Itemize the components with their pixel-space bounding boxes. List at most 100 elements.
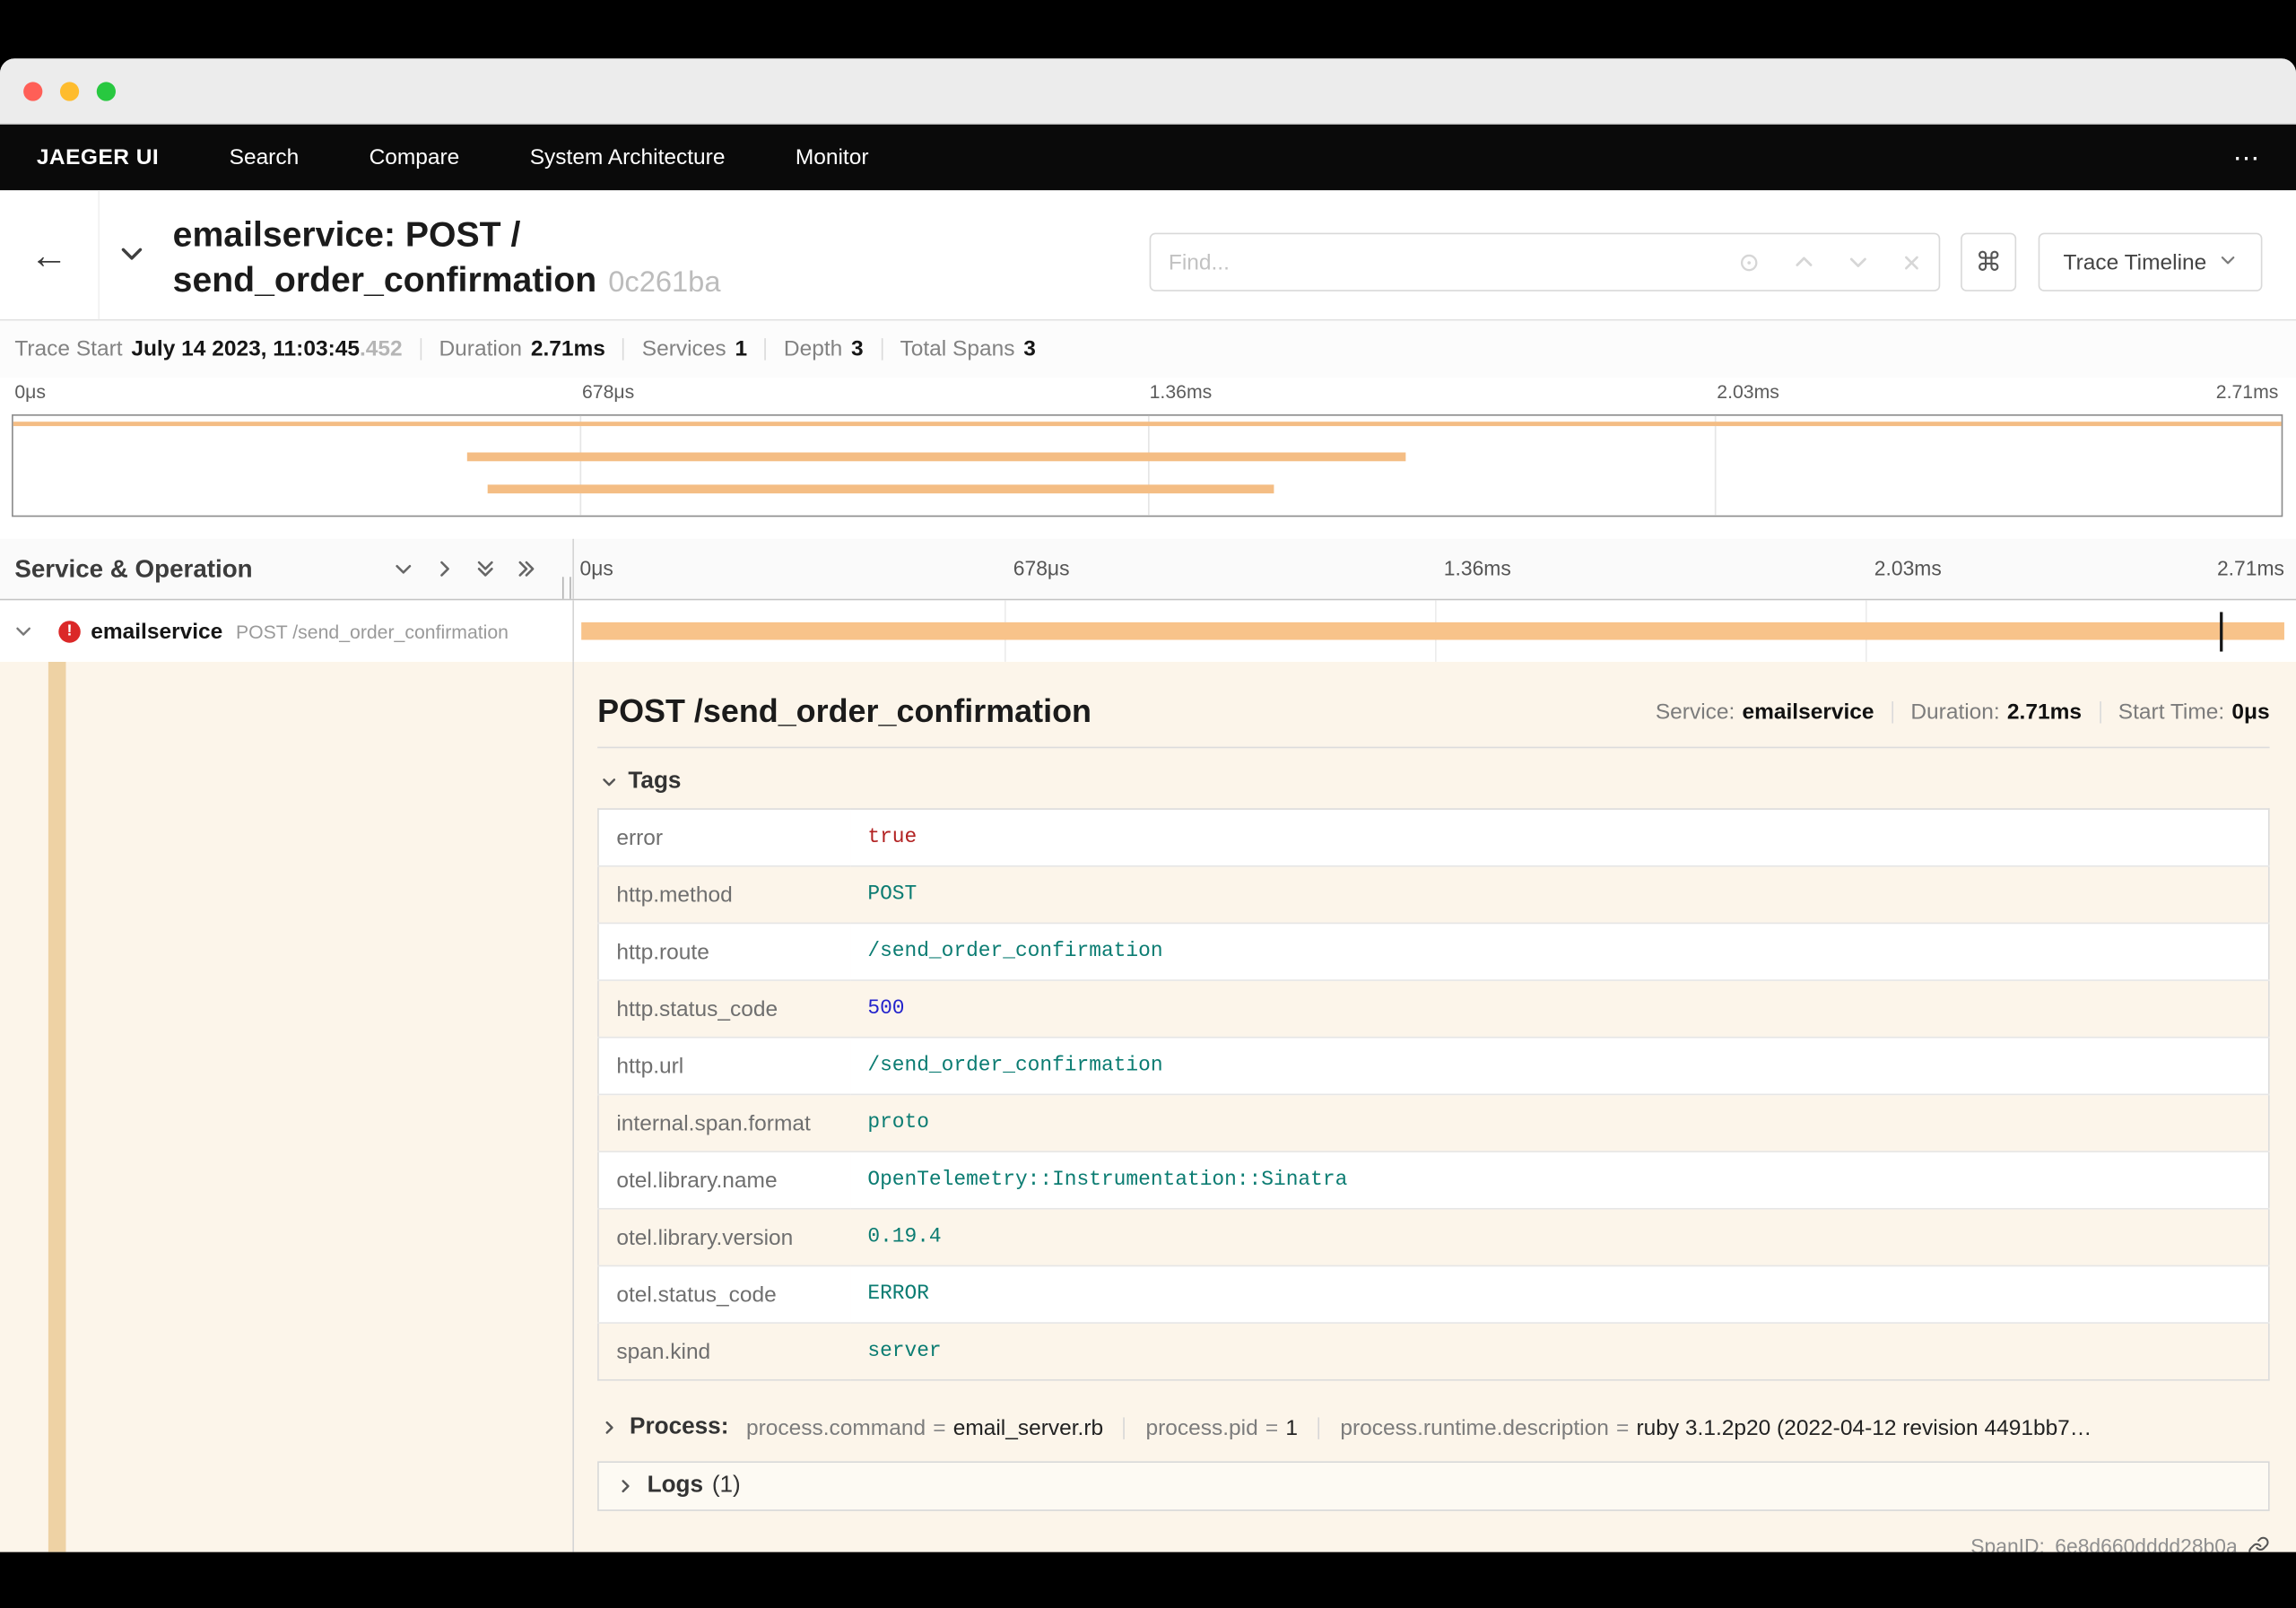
- tags-section-title: Tags: [628, 769, 682, 794]
- collapse-all-double-chevron-down-icon[interactable]: [474, 558, 496, 579]
- chevron-down-icon: [2218, 249, 2237, 274]
- nav-item-system-architecture[interactable]: System Architecture: [530, 145, 726, 170]
- minimap-gridline: [1147, 415, 1149, 516]
- span-id-value: 6e8d660dddd28b0a: [2055, 1534, 2238, 1552]
- process-value: email_server.rb: [952, 1414, 1104, 1440]
- span-id-label: SpanID:: [1970, 1534, 2045, 1552]
- process-section-toggle[interactable]: Process: process.command = email_server.…: [600, 1409, 2269, 1447]
- logs-count: (1): [711, 1473, 741, 1499]
- span-row-label[interactable]: ! emailservice POST /send_order_confirma…: [0, 600, 574, 662]
- depth-label: Depth: [783, 336, 843, 362]
- brand-logo[interactable]: JAEGER UI: [37, 145, 159, 170]
- tag-key: otel.status_code: [597, 1265, 850, 1324]
- service-operation-title: Service & Operation: [14, 553, 253, 582]
- trace-start-label: Trace Start: [14, 336, 123, 362]
- find-input[interactable]: [1151, 234, 1723, 291]
- tag-key: otel.library.name: [597, 1152, 850, 1210]
- nav-item-monitor[interactable]: Monitor: [796, 145, 869, 170]
- tick-label: 2.71ms: [2216, 556, 2284, 580]
- chevron-right-icon: [600, 1419, 618, 1437]
- tag-key: error: [597, 809, 850, 867]
- zoom-button[interactable]: [96, 82, 116, 101]
- process-section-title: Process:: [630, 1414, 729, 1439]
- span-children-chevron-down-icon[interactable]: [13, 621, 34, 641]
- trace-view-label: Trace Timeline: [2063, 249, 2207, 275]
- minimize-button[interactable]: [59, 82, 80, 101]
- trace-start-value: July 14 2023, 11:03:45: [131, 336, 360, 362]
- process-key: process.command: [745, 1414, 926, 1440]
- minimap-canvas[interactable]: [12, 414, 2283, 517]
- tick-label: 0μs: [579, 556, 613, 580]
- equals-sign: =: [1265, 1414, 1279, 1440]
- tags-table: error true http.method POST http.route/sen…: [597, 808, 2270, 1381]
- equals-sign: =: [1615, 1414, 1630, 1440]
- tick-label: 2.03ms: [1717, 380, 1779, 403]
- equals-sign: =: [933, 1414, 946, 1440]
- tick-label: 2.71ms: [2215, 380, 2279, 403]
- deep-link-icon[interactable]: [2248, 1535, 2269, 1552]
- process-key: process.runtime.description: [1340, 1414, 1609, 1440]
- clear-search-x-icon[interactable]: [1884, 234, 1938, 290]
- span-row-timeline: [574, 600, 2296, 662]
- timeline-grid-header: Service & Operation 0μs 678μs 1.36ms 2.0…: [0, 538, 2296, 601]
- trace-view-selector[interactable]: Trace Timeline: [2038, 232, 2263, 291]
- locate-icon[interactable]: [1722, 234, 1776, 290]
- divider: [597, 746, 2270, 749]
- overflow-menu-icon[interactable]: ⋯: [2233, 144, 2259, 170]
- prev-result-chevron-up-icon[interactable]: [1776, 234, 1830, 290]
- minimap-span-bar: [466, 452, 1406, 462]
- duration-label: Duration:: [1910, 699, 2000, 725]
- chevron-down-icon: [600, 773, 618, 791]
- nav-item-compare[interactable]: Compare: [370, 145, 460, 170]
- nav-item-search[interactable]: Search: [230, 145, 300, 170]
- start-time-value: 0μs: [2231, 699, 2270, 725]
- trace-header: ← emailservice: POST / send_order_confir…: [0, 190, 2296, 321]
- app-window: JAEGER UI Search Compare System Architec…: [0, 58, 2296, 1552]
- next-result-chevron-down-icon[interactable]: [1831, 234, 1884, 290]
- tag-key: internal.span.format: [597, 1094, 850, 1152]
- command-icon: ⌘: [1975, 247, 2002, 276]
- tick-label: 2.03ms: [1874, 556, 1942, 580]
- duration-value: 2.71ms: [2006, 699, 2082, 725]
- tag-key: http.method: [597, 865, 850, 925]
- span-bar[interactable]: [580, 621, 2284, 640]
- tag-row: otel.library.name OpenTelemetry::Instrume…: [597, 1152, 2269, 1210]
- expand-one-chevron-right-icon[interactable]: [433, 558, 455, 579]
- minimap-tick-labels: 0μs 678μs 1.36ms 2.03ms 2.71ms: [12, 380, 2282, 410]
- close-button[interactable]: [23, 82, 43, 101]
- service-operation-header: Service & Operation: [0, 538, 574, 599]
- divider: [881, 338, 883, 361]
- tag-row: http.method POST: [597, 865, 2269, 925]
- span-service-name: emailservice: [91, 618, 223, 644]
- trace-collapse-chevron-icon[interactable]: [117, 239, 147, 275]
- collapse-one-chevron-down-icon[interactable]: [393, 558, 414, 579]
- panel-resize-grip[interactable]: [561, 577, 571, 599]
- tick-label: 678μs: [1013, 556, 1070, 580]
- chevron-right-icon: [616, 1477, 634, 1495]
- logs-section-toggle[interactable]: Logs (1): [597, 1461, 2270, 1511]
- minimap-gridline: [579, 415, 582, 516]
- tag-value: POST: [849, 865, 2269, 925]
- start-time-label: Start Time:: [2118, 699, 2225, 725]
- total-spans-label: Total Spans: [900, 336, 1015, 362]
- tag-value: ERROR: [849, 1265, 2269, 1324]
- find-group: [1149, 232, 1941, 291]
- tag-key: http.status_code: [597, 980, 850, 1039]
- minimap-span-bar: [487, 484, 1274, 494]
- service-label: Service:: [1655, 699, 1735, 725]
- keyboard-shortcuts-button[interactable]: ⌘: [1961, 232, 2017, 291]
- tag-value: OpenTelemetry::Instrumentation::Sinatra: [849, 1152, 2269, 1210]
- tag-row: http.route/send_order_confirmation: [597, 923, 2269, 981]
- tag-key: span.kind: [616, 1339, 711, 1364]
- tick-label: 1.36ms: [1443, 556, 1511, 580]
- trace-title-line2: send_order_confirmation: [172, 260, 597, 300]
- minimap-span-bar: [13, 422, 2282, 427]
- divider: [622, 338, 625, 361]
- span-detail-title-row: POST /send_order_confirmation Service: e…: [597, 685, 2269, 738]
- back-button[interactable]: ←: [0, 190, 100, 319]
- span-detail-indent-column: [0, 661, 574, 1552]
- tag-key: http.route: [597, 923, 850, 981]
- expand-all-double-chevron-right-icon[interactable]: [516, 558, 537, 579]
- tags-section-toggle[interactable]: Tags: [600, 764, 681, 799]
- span-operation-name: POST /send_order_confirmation: [235, 620, 509, 642]
